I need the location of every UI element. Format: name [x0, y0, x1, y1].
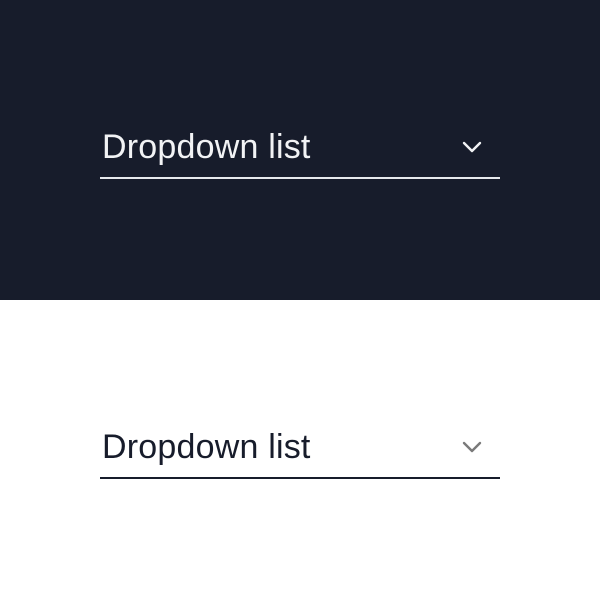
- dropdown-dark[interactable]: Dropdown list: [100, 122, 500, 179]
- dropdown-light[interactable]: Dropdown list: [100, 422, 500, 479]
- light-theme-panel: Dropdown list: [0, 300, 600, 600]
- chevron-down-icon: [458, 133, 486, 161]
- dark-theme-panel: Dropdown list: [0, 0, 600, 300]
- dropdown-label: Dropdown list: [102, 128, 311, 167]
- chevron-down-icon: [458, 433, 486, 461]
- dropdown-label: Dropdown list: [102, 428, 311, 467]
